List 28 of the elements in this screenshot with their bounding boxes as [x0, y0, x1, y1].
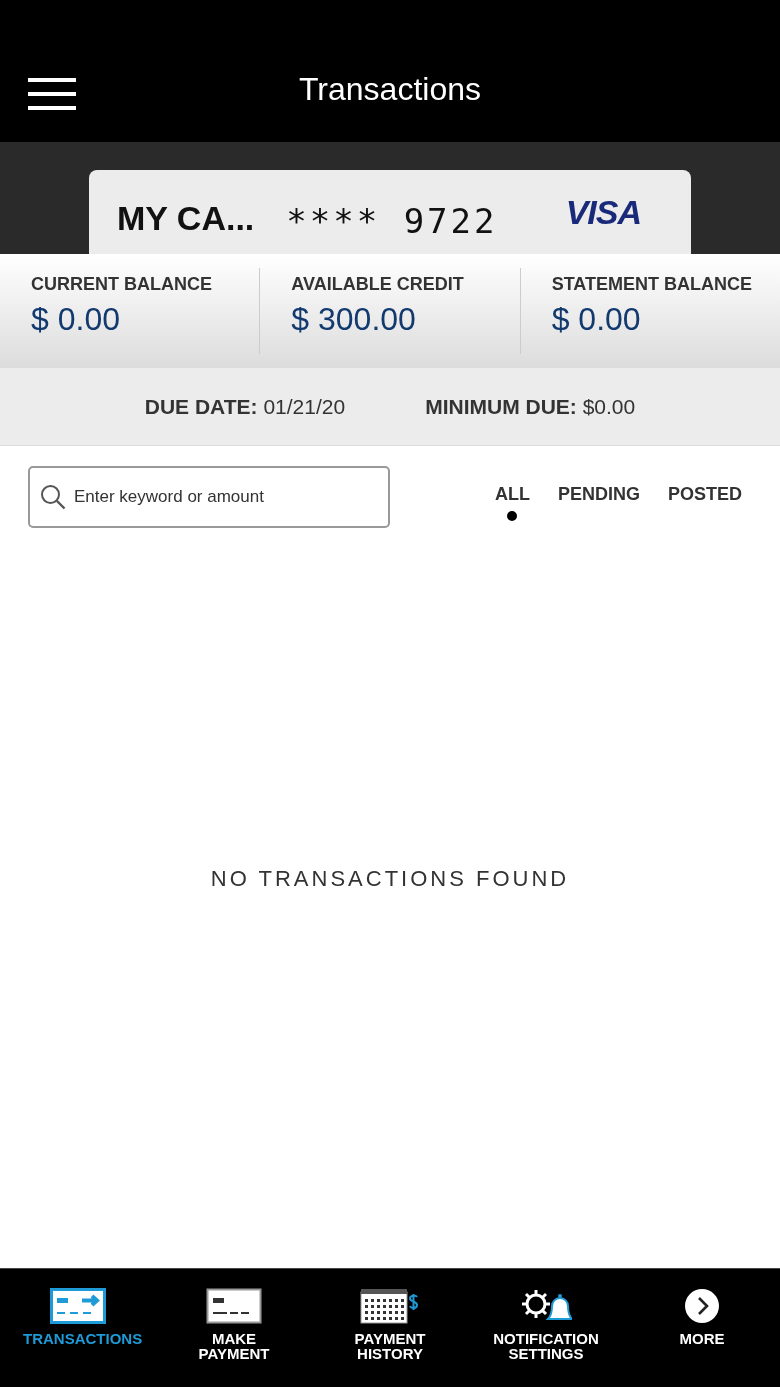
screen-title: Transactions	[299, 69, 481, 108]
nav-tab[interactable]: PAYMENT HISTORY	[312, 1269, 468, 1387]
filter-tab[interactable]: POSTED	[668, 484, 742, 521]
nav-tab[interactable]: MORE	[624, 1269, 780, 1387]
credit-card-icon	[206, 1288, 262, 1324]
menu-icon[interactable]	[28, 78, 76, 110]
balance-amount: $ 0.00	[31, 301, 121, 338]
nav-tab[interactable]: MAKE PAYMENT	[156, 1269, 312, 1387]
chevron-right-icon	[684, 1288, 720, 1324]
filter-tab[interactable]: ALL	[494, 484, 530, 521]
card-header[interactable]: MY CA... **** 9722 VISA	[89, 170, 691, 254]
filter-tab[interactable]: PENDING	[557, 484, 640, 521]
balance-amount: $ 300.00	[291, 301, 417, 338]
card-number: **** 9722	[286, 201, 498, 241]
card-name: MY CA...	[117, 198, 255, 238]
balance-label: STATEMENT BALANCE	[551, 274, 753, 295]
nav-tab[interactable]: NOTIFICATION SETTINGS	[468, 1269, 624, 1387]
balance-label: CURRENT BALANCE	[31, 274, 213, 295]
balance-amount: $ 0.00	[551, 301, 642, 338]
empty-message: NO TRANSACTIONS FOUND	[210, 866, 570, 892]
balance-label: AVAILABLE CREDIT	[291, 274, 465, 295]
search-icon	[40, 484, 66, 510]
search-field[interactable]: Enter keyword or amount	[28, 466, 390, 528]
due-info: DUE DATE: 01/21/20	[144, 394, 346, 419]
card-brand-logo: VISA	[565, 192, 641, 232]
calendar-dollar-icon	[360, 1288, 420, 1324]
due-info: MINIMUM DUE: $0.00	[425, 394, 636, 419]
nav-tab[interactable]: TRANSACTIONS	[0, 1269, 156, 1387]
